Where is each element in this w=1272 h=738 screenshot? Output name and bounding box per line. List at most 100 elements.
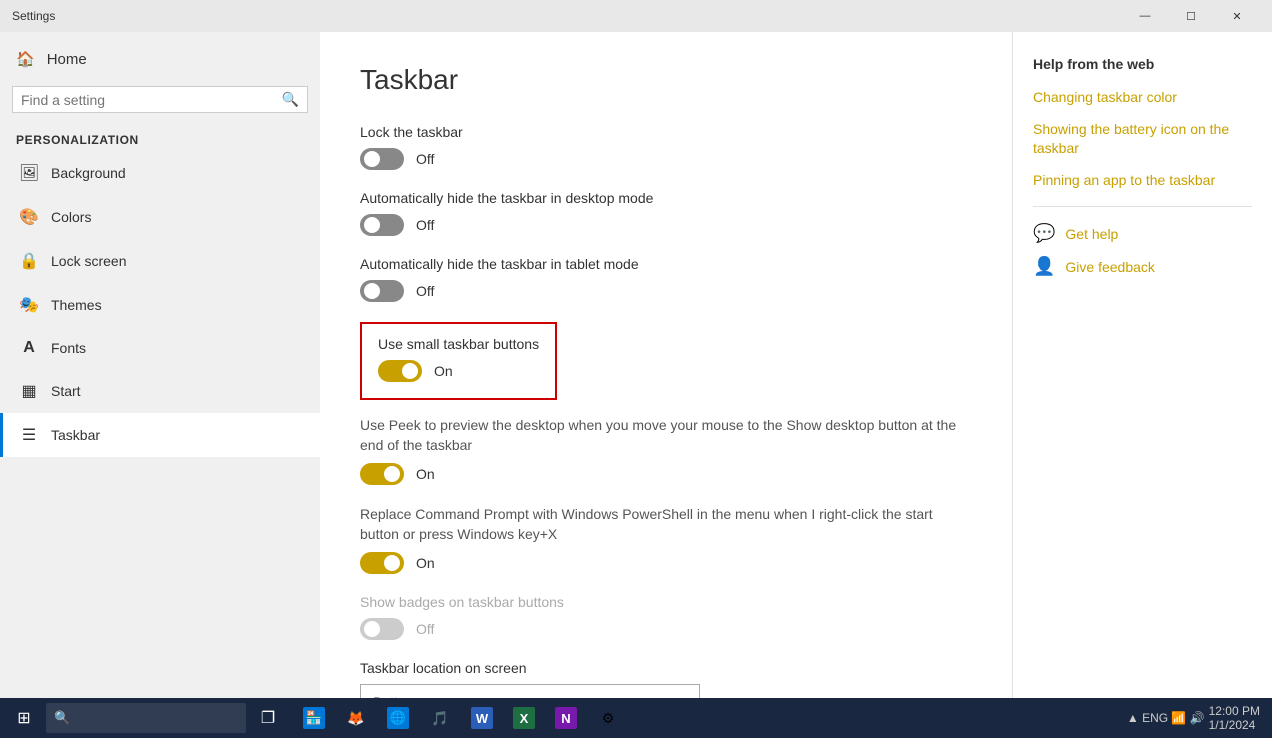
setting-hide-desktop: Automatically hide the taskbar in deskto…: [360, 190, 972, 236]
setting-lock-taskbar: Lock the taskbar Off: [360, 124, 972, 170]
windows-taskbar: ⊞ 🔍 ❐ 🏪 🦊 🌐 🎵 W X N ⚙ ▲ ENG 📶 🔊 12:0: [0, 698, 1272, 738]
sidebar-item-label: Themes: [51, 297, 102, 313]
taskbar-app-firefox[interactable]: 🦊: [336, 698, 376, 738]
sidebar-item-fonts[interactable]: A Fonts: [0, 327, 320, 369]
sidebar-item-label: Lock screen: [51, 253, 126, 269]
hide-tablet-label: Automatically hide the taskbar in tablet…: [360, 256, 972, 272]
maximize-button[interactable]: ☐: [1168, 0, 1214, 32]
store-icon: 🏪: [303, 707, 325, 729]
taskbar-app-edge[interactable]: 🌐: [378, 698, 418, 738]
sidebar-item-background[interactable]: 🖼 Background: [0, 151, 320, 195]
help-link-0[interactable]: Changing taskbar color: [1033, 88, 1252, 108]
give-feedback-icon: 👤: [1033, 256, 1055, 277]
help-link-1[interactable]: Showing the battery icon on the taskbar: [1033, 120, 1252, 159]
taskbar-search[interactable]: 🔍: [46, 703, 246, 733]
excel-icon: X: [513, 707, 535, 729]
colors-icon: 🎨: [19, 207, 39, 227]
powershell-toggle[interactable]: [360, 552, 404, 574]
taskbar-app-word[interactable]: W: [462, 698, 502, 738]
hide-desktop-row: Off: [360, 214, 972, 236]
setting-peek: Use Peek to preview the desktop when you…: [360, 416, 972, 485]
taskbar-search-icon: 🔍: [54, 710, 70, 726]
sidebar-item-label: Taskbar: [51, 427, 100, 443]
small-buttons-row: On: [378, 360, 539, 382]
system-tray: ▲ ENG 📶 🔊: [1127, 711, 1205, 725]
taskbar-app-settings[interactable]: ⚙: [588, 698, 628, 738]
itunes-icon: 🎵: [429, 707, 451, 729]
get-help-icon: 💬: [1033, 223, 1055, 244]
give-feedback-label[interactable]: Give feedback: [1065, 259, 1155, 275]
clock: 12:00 PM1/1/2024: [1209, 704, 1260, 732]
lock-icon: 🔒: [19, 251, 39, 271]
sidebar-item-lock-screen[interactable]: 🔒 Lock screen: [0, 239, 320, 283]
edge-icon: 🌐: [387, 707, 409, 729]
fonts-icon: A: [19, 339, 39, 357]
firefox-icon: 🦊: [345, 707, 367, 729]
badges-state: Off: [416, 621, 434, 637]
powershell-state: On: [416, 555, 435, 571]
taskbar-app-onenote[interactable]: N: [546, 698, 586, 738]
start-button[interactable]: ⊞: [4, 698, 44, 738]
page-title: Taskbar: [360, 64, 972, 96]
titlebar: Settings — ☐ ✕: [0, 0, 1272, 32]
badges-label: Show badges on taskbar buttons: [360, 594, 972, 610]
lock-taskbar-label: Lock the taskbar: [360, 124, 972, 140]
sidebar-section-label: Personalization: [0, 121, 320, 151]
small-buttons-label: Use small taskbar buttons: [378, 336, 539, 352]
setting-small-buttons-highlight: Use small taskbar buttons On: [360, 322, 557, 400]
search-box[interactable]: 🔍: [12, 86, 308, 113]
setting-taskbar-location: Taskbar location on screen Bottom ▾: [360, 660, 972, 698]
sidebar: 🏠 Home 🔍 Personalization 🖼 Background 🎨 …: [0, 32, 320, 698]
sidebar-item-start[interactable]: ▦ Start: [0, 369, 320, 413]
powershell-label: Replace Command Prompt with Windows Powe…: [360, 505, 960, 544]
onenote-icon: N: [555, 707, 577, 729]
task-view-button[interactable]: ❐: [248, 698, 288, 738]
hide-tablet-toggle[interactable]: [360, 280, 404, 302]
hide-tablet-state: Off: [416, 283, 434, 299]
peek-row: On: [360, 463, 972, 485]
help-title: Help from the web: [1033, 56, 1252, 72]
settings-icon: ⚙: [597, 707, 619, 729]
right-panel: Help from the web Changing taskbar color…: [1012, 32, 1272, 698]
word-icon: W: [471, 707, 493, 729]
give-feedback-action[interactable]: 👤 Give feedback: [1033, 256, 1252, 277]
setting-powershell: Replace Command Prompt with Windows Powe…: [360, 505, 972, 574]
sidebar-item-themes[interactable]: 🎭 Themes: [0, 283, 320, 327]
badges-row: Off: [360, 618, 972, 640]
taskbar-apps: 🏪 🦊 🌐 🎵 W X N ⚙: [294, 698, 628, 738]
themes-icon: 🎭: [19, 295, 39, 315]
lock-taskbar-toggle[interactable]: [360, 148, 404, 170]
help-divider: [1033, 206, 1252, 207]
sidebar-item-label: Fonts: [51, 340, 86, 356]
small-buttons-toggle[interactable]: [378, 360, 422, 382]
app-title: Settings: [12, 9, 55, 23]
hide-desktop-label: Automatically hide the taskbar in deskto…: [360, 190, 972, 206]
home-icon: 🏠: [16, 50, 35, 68]
sidebar-item-label: Background: [51, 165, 126, 181]
peek-toggle[interactable]: [360, 463, 404, 485]
start-icon: ▦: [19, 381, 39, 401]
sidebar-item-taskbar[interactable]: ☰ Taskbar: [0, 413, 320, 457]
taskbar-app-store[interactable]: 🏪: [294, 698, 334, 738]
get-help-action[interactable]: 💬 Get help: [1033, 223, 1252, 244]
taskbar-app-excel[interactable]: X: [504, 698, 544, 738]
small-buttons-state: On: [434, 363, 453, 379]
sidebar-item-label: Colors: [51, 209, 91, 225]
sidebar-item-colors[interactable]: 🎨 Colors: [0, 195, 320, 239]
help-link-2[interactable]: Pinning an app to the taskbar: [1033, 171, 1252, 191]
powershell-row: On: [360, 552, 972, 574]
badges-toggle: [360, 618, 404, 640]
peek-state: On: [416, 466, 435, 482]
minimize-button[interactable]: —: [1122, 0, 1168, 32]
hide-desktop-toggle[interactable]: [360, 214, 404, 236]
search-input[interactable]: [21, 92, 282, 108]
taskbar-location-dropdown[interactable]: Bottom ▾: [360, 684, 700, 698]
sidebar-item-home[interactable]: 🏠 Home: [0, 40, 320, 78]
main-content: Taskbar Lock the taskbar Off Automatical…: [320, 32, 1012, 698]
background-icon: 🖼: [19, 163, 39, 183]
close-button[interactable]: ✕: [1214, 0, 1260, 32]
home-label: Home: [47, 51, 87, 68]
taskbar-app-itunes[interactable]: 🎵: [420, 698, 460, 738]
get-help-label[interactable]: Get help: [1065, 226, 1118, 242]
window-controls: — ☐ ✕: [1122, 0, 1260, 32]
